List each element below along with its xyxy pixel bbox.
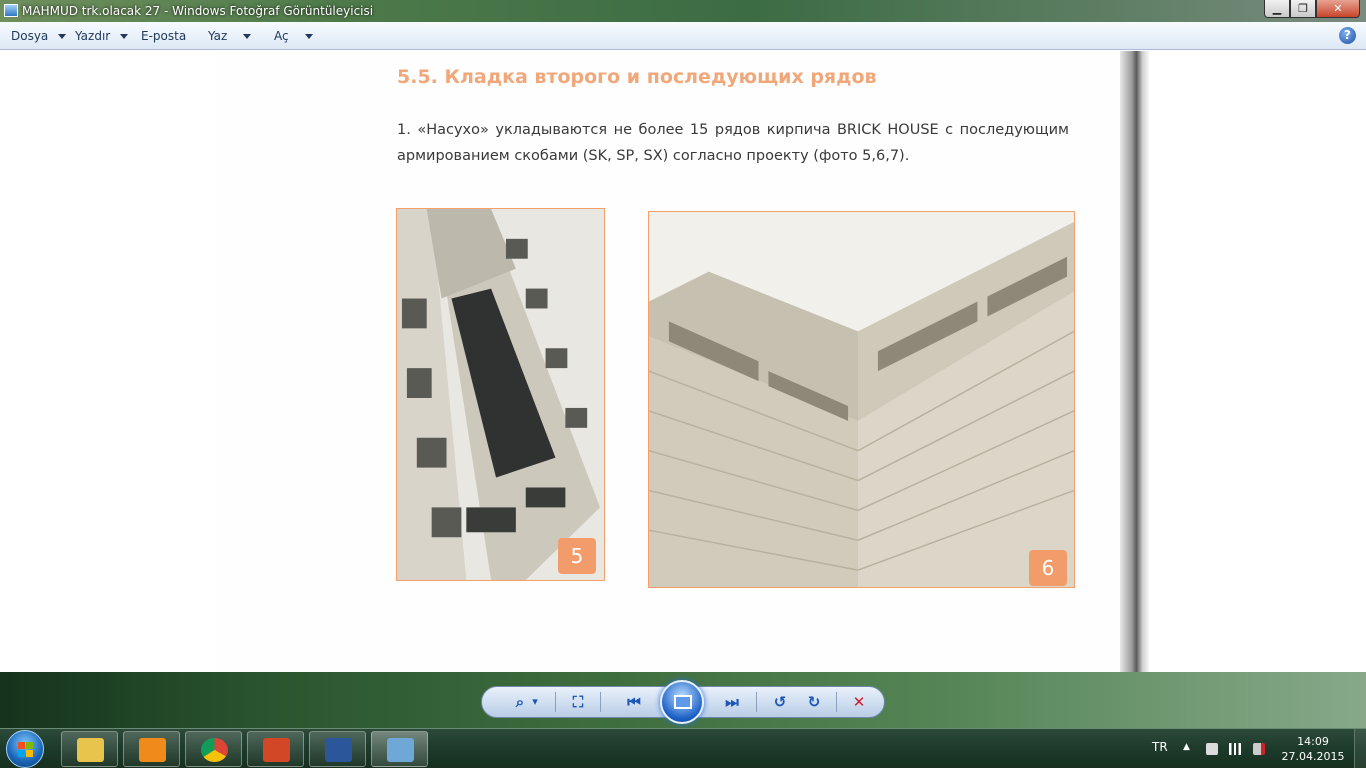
menu-open-label: Aç [274, 29, 289, 43]
windows-logo-icon [18, 742, 33, 757]
menu-burn[interactable]: Yaz [208, 22, 252, 50]
clock-date: 27.04.2015 [1281, 750, 1345, 763]
minimize-button[interactable]: ▁ [1264, 0, 1290, 18]
clock-time: 14:09 [1297, 735, 1329, 748]
chevron-down-icon [243, 33, 252, 39]
image-viewport[interactable]: 5.5. Кладка второго и последующих рядов … [0, 51, 1366, 672]
show-desktop-button[interactable] [1354, 729, 1366, 768]
zoom-dropdown-icon[interactable]: ▾ [528, 692, 542, 712]
next-icon[interactable]: ⏭ [720, 692, 744, 712]
photo-6-badge: 6 [1029, 550, 1067, 586]
slideshow-icon [674, 695, 692, 709]
photo-5-badge: 5 [558, 538, 596, 574]
show-hidden-icons-icon[interactable]: ▲ [1183, 742, 1190, 752]
previous-icon[interactable]: ⏮ [622, 692, 646, 712]
start-button[interactable] [6, 730, 44, 768]
powerpoint-icon [263, 738, 290, 762]
control-separator [756, 692, 757, 712]
page-paragraph: 1. «Насухо» укладываются не более 15 ряд… [397, 122, 1069, 164]
photo-5-brick-rows [396, 208, 605, 581]
volume-muted-icon[interactable] [1253, 743, 1265, 755]
taskbar: TR ▲ 14:09 27.04.2015 [0, 728, 1366, 768]
window-controls: ▁ ❐ ✕ [1264, 0, 1360, 19]
chevron-down-icon [120, 33, 129, 39]
maximize-button[interactable]: ❐ [1290, 0, 1316, 18]
close-button[interactable]: ✕ [1316, 0, 1360, 18]
menu-burn-label: Yaz [208, 29, 228, 43]
actual-size-icon[interactable]: ⛶ [566, 692, 590, 712]
window-title: MAHMUD trk.olacak 27 - Windows Fotoğraf … [22, 4, 374, 18]
taskbar-chrome[interactable] [185, 731, 242, 767]
taskbar-media-player[interactable] [123, 731, 180, 767]
brick-rows-illustration [397, 209, 604, 580]
menu-file[interactable]: Dosya [11, 22, 67, 50]
title-bar: MAHMUD trk.olacak 27 - Windows Fotoğraf … [0, 0, 1366, 22]
taskbar-explorer[interactable] [61, 731, 118, 767]
rotate-right-icon[interactable]: ↻ [802, 692, 826, 712]
menu-email[interactable]: E-posta [141, 22, 186, 50]
control-separator [555, 692, 556, 712]
brick-corner-illustration [649, 212, 1074, 587]
page-heading: 5.5. Кладка второго и последующих рядов [397, 66, 877, 88]
menu-open[interactable]: Aç [274, 22, 313, 50]
help-icon[interactable]: ? [1339, 27, 1356, 44]
chrome-icon [201, 738, 228, 762]
chevron-down-icon [58, 33, 67, 39]
language-indicator[interactable]: TR [1152, 740, 1168, 754]
photo-6-brick-corner [648, 211, 1075, 588]
menu-file-label: Dosya [11, 29, 49, 43]
slideshow-button[interactable] [660, 680, 704, 724]
menu-print-label: Yazdır [75, 29, 111, 43]
menu-bar: Dosya Yazdır E-posta Yaz Aç ? [0, 22, 1366, 50]
word-icon [325, 738, 352, 762]
media-player-icon [139, 738, 166, 762]
chevron-down-icon [304, 33, 313, 39]
network-icon[interactable] [1229, 743, 1241, 755]
scanned-page: 5.5. Кладка второго и последующих рядов … [215, 51, 1150, 672]
viewer-control-bar: ⌕ ▾ ⛶ ⏮ ⏭ ↺ ↻ ✕ [0, 672, 1366, 728]
delete-icon[interactable]: ✕ [847, 692, 871, 712]
menu-email-label: E-posta [141, 29, 187, 43]
menu-print[interactable]: Yazdır [75, 22, 129, 50]
control-separator [836, 692, 837, 712]
rotate-left-icon[interactable]: ↺ [768, 692, 792, 712]
action-center-icon[interactable] [1206, 743, 1218, 755]
taskbar-word[interactable] [309, 731, 366, 767]
book-spine-shadow [1120, 51, 1150, 672]
photo-viewer-app-icon [4, 4, 18, 17]
system-clock[interactable]: 14:09 27.04.2015 [1280, 734, 1346, 764]
taskbar-powerpoint[interactable] [247, 731, 304, 767]
taskbar-photo-viewer[interactable] [371, 731, 428, 767]
control-separator [600, 692, 601, 712]
photo-viewer-icon [387, 738, 414, 762]
folder-icon [77, 738, 104, 762]
